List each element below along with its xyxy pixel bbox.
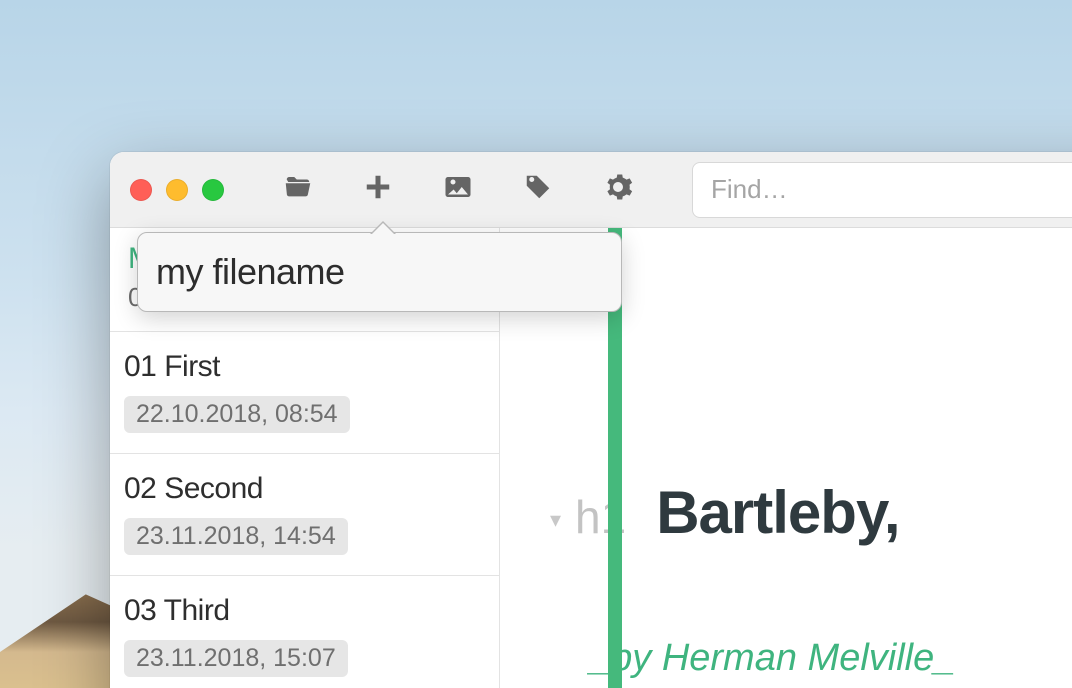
image-icon xyxy=(443,172,473,207)
byline-text[interactable]: _by Herman Melville_ xyxy=(590,637,1072,680)
sidebar-item-title: 01 First xyxy=(124,350,485,384)
sidebar-item-title: 03 Third xyxy=(124,594,485,628)
tags-button[interactable] xyxy=(502,165,574,215)
open-folder-button[interactable] xyxy=(262,165,334,215)
sidebar-item-date: 23.11.2018, 15:07 xyxy=(124,640,348,677)
titlebar: × xyxy=(110,152,1072,228)
sidebar-item-date: 22.10.2018, 08:54 xyxy=(124,396,350,433)
new-file-popover xyxy=(137,232,622,312)
close-window-button[interactable] xyxy=(130,179,152,201)
insert-image-button[interactable] xyxy=(422,165,494,215)
sidebar-item[interactable]: 02 Second 23.11.2018, 14:54 xyxy=(110,454,499,576)
window-controls xyxy=(130,179,224,201)
new-file-button[interactable] xyxy=(342,165,414,215)
settings-button[interactable] xyxy=(582,165,654,215)
minimize-window-button[interactable] xyxy=(166,179,188,201)
sidebar-item[interactable]: 01 First 22.10.2018, 08:54 xyxy=(110,332,499,454)
sidebar-item-date: 23.11.2018, 14:54 xyxy=(124,518,348,555)
zoom-window-button[interactable] xyxy=(202,179,224,201)
search-field[interactable]: × xyxy=(692,162,1072,218)
sidebar-item[interactable]: 03 Third 23.11.2018, 15:07 xyxy=(110,576,499,688)
filename-input[interactable] xyxy=(138,233,621,311)
sidebar-item-title: 02 Second xyxy=(124,472,485,506)
folder-open-icon xyxy=(283,172,313,207)
chevron-down-icon[interactable]: ▾ xyxy=(550,507,561,533)
heading-line: ▾ h1 Bartleby, xyxy=(550,478,1072,547)
search-input[interactable] xyxy=(711,174,1072,205)
plus-icon xyxy=(363,172,393,207)
heading-text[interactable]: Bartleby, xyxy=(656,478,899,547)
tag-icon xyxy=(523,172,553,207)
gear-icon xyxy=(603,172,633,207)
